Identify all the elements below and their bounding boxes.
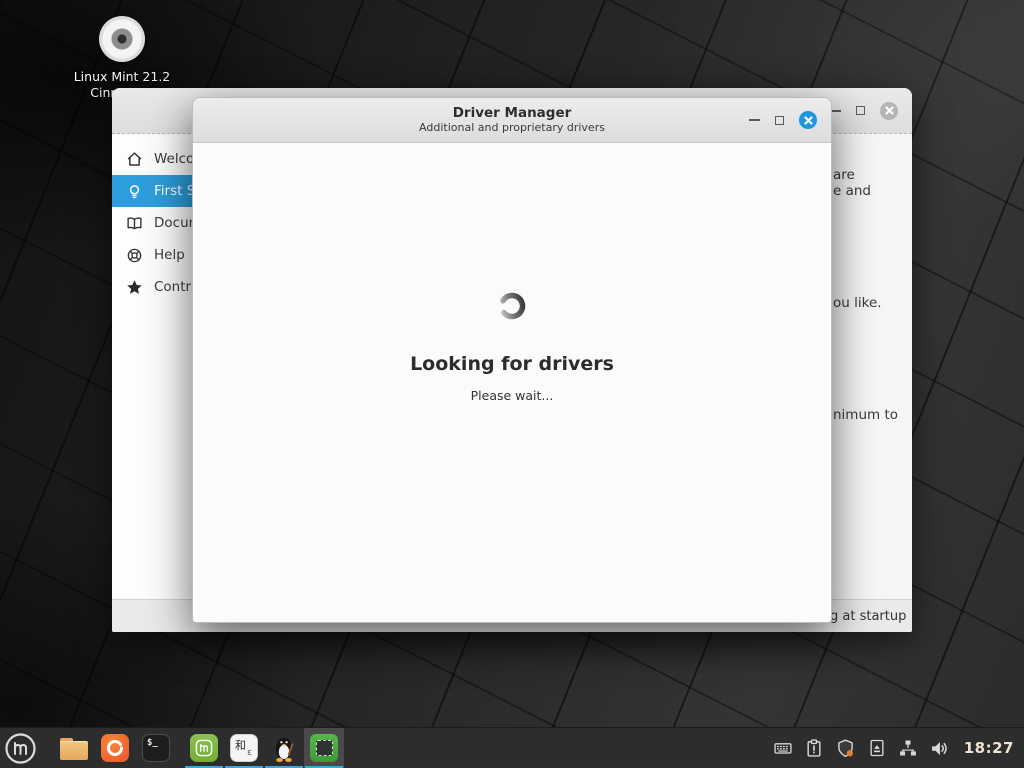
mint-welcome-icon xyxy=(190,734,218,762)
firefox-icon xyxy=(101,734,129,762)
system-tray: 18:27 xyxy=(773,738,1024,759)
window-button-welcome[interactable] xyxy=(184,728,224,768)
green-square-app-icon xyxy=(310,734,338,762)
lifebuoy-icon xyxy=(126,247,143,264)
content-text-fragment: e and xyxy=(833,183,871,199)
home-icon xyxy=(126,151,143,168)
driver-manager-titlebar[interactable]: Driver Manager Additional and proprietar… xyxy=(193,98,831,143)
mint-logo-icon xyxy=(4,732,37,765)
loading-spinner-icon xyxy=(496,290,528,322)
status-subtext: Please wait... xyxy=(471,388,554,403)
network-tray-icon[interactable] xyxy=(898,738,918,758)
status-heading: Looking for drivers xyxy=(410,353,614,375)
update-shield-icon[interactable] xyxy=(835,738,856,759)
folder-icon xyxy=(60,738,88,760)
maximize-icon[interactable] xyxy=(856,106,865,115)
close-icon[interactable] xyxy=(880,102,898,120)
removable-drive-icon[interactable] xyxy=(867,738,887,758)
star-icon xyxy=(126,279,143,296)
clock[interactable]: 18:27 xyxy=(964,739,1014,757)
content-text-fragment: are xyxy=(833,167,855,183)
firefox-launcher-button[interactable] xyxy=(101,734,129,762)
tux-penguin-icon xyxy=(271,734,297,762)
window-button-language[interactable]: 和 ε xyxy=(224,728,264,768)
cjk-glyph: 和 xyxy=(235,737,246,753)
launchers: $_ xyxy=(60,734,170,762)
terminal-icon: $_ xyxy=(142,734,170,762)
reports-clipboard-icon[interactable] xyxy=(804,738,824,758)
maximize-icon[interactable] xyxy=(775,116,784,125)
language-settings-icon: 和 ε xyxy=(230,734,258,762)
window-list: 和 ε xyxy=(184,728,344,768)
content-text-fragment: ou like. xyxy=(833,295,882,311)
lightbulb-icon xyxy=(126,183,143,200)
mint-menu-button[interactable] xyxy=(0,728,40,768)
show-at-startup-label[interactable]: g at startup xyxy=(830,600,906,633)
driver-manager-content: Looking for drivers Please wait... xyxy=(193,144,831,622)
terminal-glyph: $_ xyxy=(147,738,158,748)
terminal-launcher-button[interactable]: $_ xyxy=(142,734,170,762)
desktop: Linux Mint 21.2 Cinnamon Welcome xyxy=(0,0,1024,768)
taskbar: $_ 和 ε xyxy=(0,727,1024,768)
minimize-icon[interactable] xyxy=(749,119,760,121)
keyboard-tray-icon[interactable] xyxy=(773,738,793,758)
window-button-active[interactable] xyxy=(304,728,344,768)
disc-icon xyxy=(99,16,145,62)
greek-glyph: ε xyxy=(247,748,252,758)
driver-manager-window: Driver Manager Additional and proprietar… xyxy=(192,97,832,623)
files-launcher-button[interactable] xyxy=(60,734,88,762)
desktop-icon-label-line1: Linux Mint 21.2 xyxy=(72,69,172,85)
close-icon[interactable] xyxy=(799,111,817,129)
sidebar-item-label: Help xyxy=(154,247,185,263)
window-subtitle: Additional and proprietary drivers xyxy=(419,121,605,135)
volume-tray-icon[interactable] xyxy=(929,738,950,759)
book-icon xyxy=(126,215,143,232)
window-button-driver-manager[interactable] xyxy=(264,728,304,768)
content-text-fragment: nimum to xyxy=(833,407,898,423)
window-title: Driver Manager xyxy=(453,105,572,121)
